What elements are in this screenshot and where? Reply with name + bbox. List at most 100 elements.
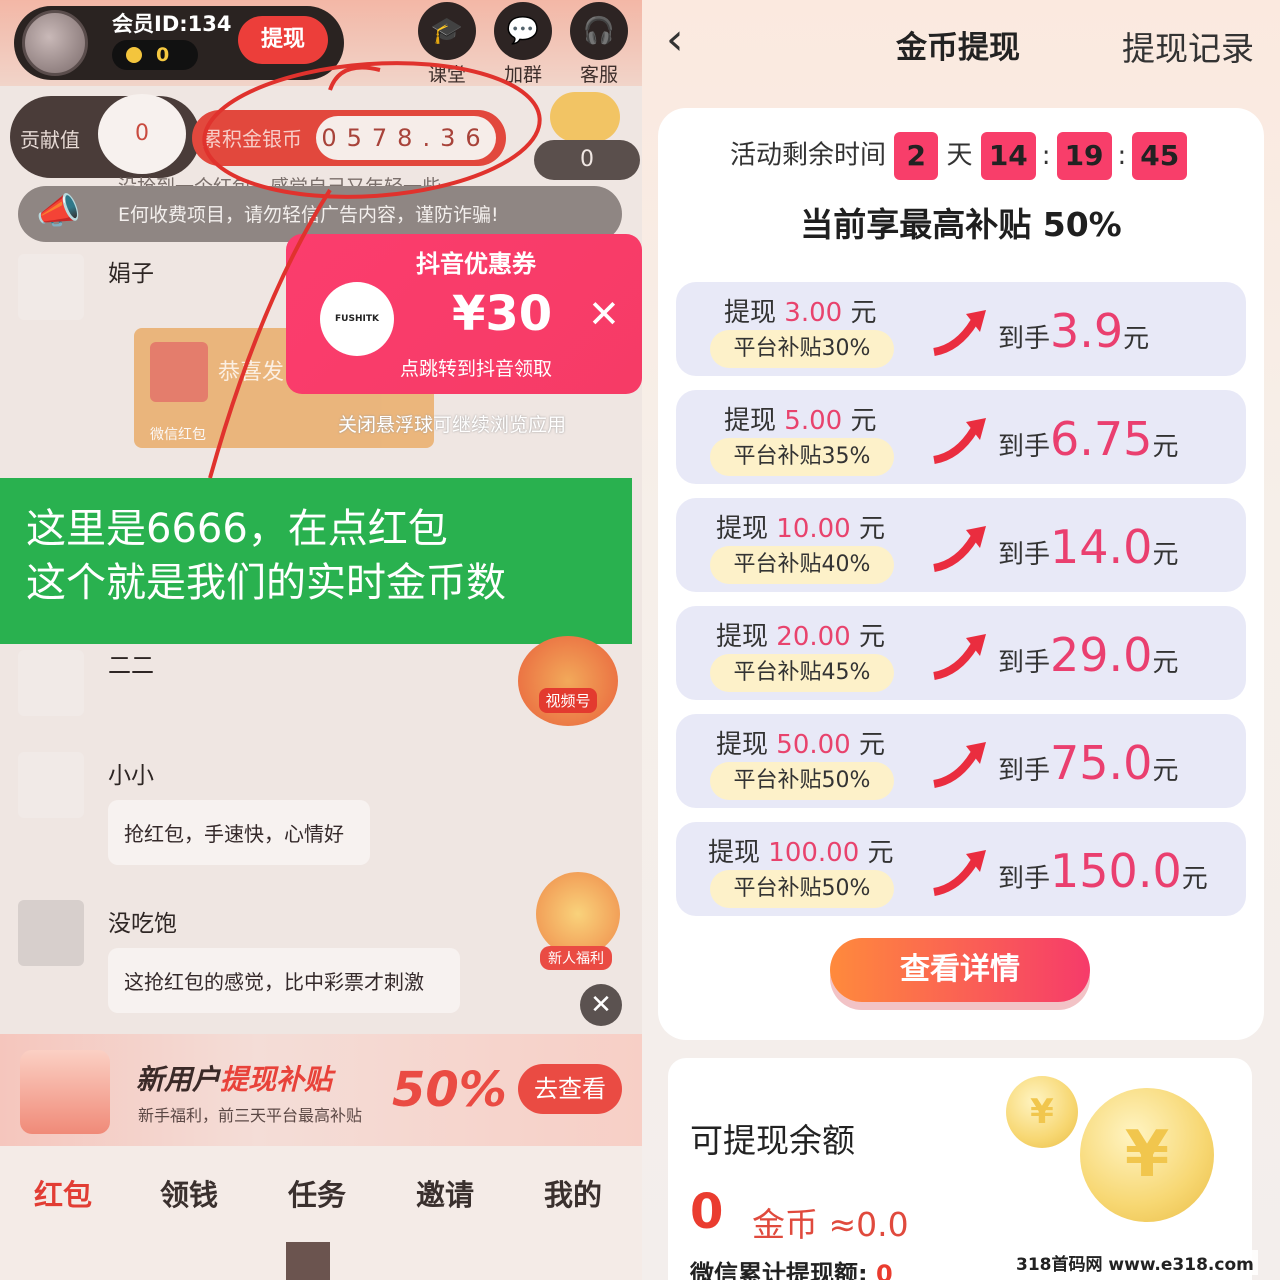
withdraw-word: 提现 <box>708 838 761 868</box>
up-arrow-icon <box>933 418 986 464</box>
contribution-value: 0 <box>98 94 186 174</box>
classroom-label: 课堂 <box>427 64 466 86</box>
video-channel-icon[interactable]: 视频号 <box>518 636 618 726</box>
chat-group-icon: 💬 <box>494 2 552 60</box>
withdraw-tier[interactable]: 提现 5.00 元 平台补贴35% 到手6.75元 <box>676 390 1246 484</box>
newbie-badge: 新人福利 <box>540 946 612 970</box>
coin-balance: 0 <box>112 40 198 70</box>
withdraw-tier[interactable]: 提现 20.00 元 平台补贴45% 到手29.0元 <box>676 606 1246 700</box>
get-word: 到手 <box>998 324 1051 354</box>
withdraw-tier[interactable]: 提现 100.00 元 平台补贴50% 到手150.0元 <box>676 822 1246 916</box>
received-amount: 150.0 <box>1050 844 1182 898</box>
coin-count: 0 <box>156 44 170 66</box>
yuan-unit: 元 <box>858 730 885 760</box>
countdown-day-unit: 天 <box>946 140 973 171</box>
up-arrow-icon <box>933 634 986 680</box>
customer-service-button[interactable]: 🎧 客服 <box>568 2 630 87</box>
tier-amount-line: 提现 100.00 元 <box>708 832 894 869</box>
tier-amount: 20.00 <box>776 622 851 652</box>
chat-name: 娟子 <box>108 261 154 287</box>
megaphone-icon: 📣 <box>36 191 81 232</box>
withdraw-tier[interactable]: 提现 10.00 元 平台补贴40% 到手14.0元 <box>676 498 1246 592</box>
withdraw-tier[interactable]: 提现 3.00 元 平台补贴30% 到手3.9元 <box>676 282 1246 376</box>
up-arrow-icon <box>933 742 986 788</box>
thumbnail <box>286 1242 330 1280</box>
countdown-hours: 14 <box>980 132 1036 180</box>
nav-me[interactable]: 我的 <box>544 1172 602 1214</box>
tier-amount-line: 提现 3.00 元 <box>724 292 876 329</box>
tier-received: 到手14.0元 <box>998 520 1178 574</box>
notice-text: E何收费项目，请勿轻信广告内容，谨防诈骗! <box>118 204 499 226</box>
withdraw-tier[interactable]: 提现 50.00 元 平台补贴50% 到手75.0元 <box>676 714 1246 808</box>
member-id: 会员ID:134 <box>112 12 232 36</box>
chat-avatar[interactable] <box>18 650 84 716</box>
tier-received: 到手6.75元 <box>998 412 1178 466</box>
customer-service-label: 客服 <box>579 64 618 86</box>
tier-received: 到手75.0元 <box>998 736 1178 790</box>
withdraw-button[interactable]: 提现 <box>238 16 328 64</box>
yuan-unit: 元 <box>867 838 894 868</box>
coupon-logo: FUSHITK <box>320 282 394 356</box>
withdraw-word: 提现 <box>716 514 769 544</box>
coupon-amount: ¥30 <box>452 286 553 342</box>
wechat-total-label: 微信累计提现额: <box>690 1260 868 1280</box>
new-user-banner[interactable]: 新用户提现补贴 新手福利，前三天平台最高补贴 50% 去查看 <box>0 1034 642 1146</box>
get-word: 到手 <box>998 540 1051 570</box>
up-arrow-icon <box>933 310 986 356</box>
chat-avatar[interactable] <box>18 752 84 818</box>
balance-title: 可提现余额 <box>690 1121 855 1160</box>
tier-amount-line: 提现 10.00 元 <box>716 508 885 545</box>
countdown-label: 活动剩余时间 <box>730 140 887 171</box>
page-title: 金币提现 <box>896 30 1020 66</box>
gift-icon[interactable] <box>536 872 620 956</box>
subsidy-badge: 平台补贴30% <box>710 330 894 368</box>
right-app-screen: ‹ 金币提现 提现记录 活动剩余时间 2 天 14:19:45 当前享最高补贴 … <box>642 0 1280 1280</box>
nav-invite[interactable]: 邀请 <box>416 1172 474 1214</box>
received-amount: 29.0 <box>1050 628 1153 682</box>
close-icon[interactable]: ✕ <box>580 984 622 1026</box>
chat-name: 小小 <box>108 763 154 789</box>
avatar[interactable] <box>22 10 88 76</box>
chat-name: 二二 <box>108 653 154 679</box>
yuan-coin-icon: ¥ <box>1006 1076 1078 1148</box>
countdown-row: 活动剩余时间 2 天 14:19:45 <box>730 132 1188 180</box>
withdraw-records-link[interactable]: 提现记录 <box>1122 22 1254 70</box>
banner-subtitle: 新手福利，前三天平台最高补贴 <box>138 1106 363 1125</box>
chat-avatar[interactable] <box>18 900 84 966</box>
yuan-unit: 元 <box>850 298 877 328</box>
balance-value: 0 <box>690 1184 724 1240</box>
view-details-button[interactable]: 查看详情 <box>830 938 1090 1002</box>
nav-collect[interactable]: 领钱 <box>160 1172 218 1214</box>
chat-message: 抢红包，手速快，心情好 <box>108 800 370 865</box>
yuan-coin-icon: ¥ <box>1080 1088 1214 1222</box>
video-channel-label: 视频号 <box>539 688 597 713</box>
classroom-button[interactable]: 🎓 课堂 <box>416 2 478 87</box>
view-button[interactable]: 去查看 <box>518 1064 622 1114</box>
douyin-coupon-popup[interactable]: 抖音优惠券 FUSHITK ¥30 ✕ 点跳转到抖音领取 <box>286 234 642 394</box>
rabbit-icon <box>20 1050 110 1134</box>
banner-title: 新用户提现补贴 <box>136 1058 332 1098</box>
received-amount: 6.75 <box>1050 412 1153 466</box>
nav-red-packet[interactable]: 红包 <box>34 1172 92 1214</box>
join-group-label: 加群 <box>503 64 542 86</box>
chat-avatar[interactable] <box>18 254 84 320</box>
banner-title-b: 提现补贴 <box>220 1063 333 1096</box>
received-amount: 75.0 <box>1050 736 1153 790</box>
banner-title-a: 新用户 <box>136 1063 221 1096</box>
back-arrow-icon[interactable]: ‹ <box>666 14 684 65</box>
yuan-unit: 元 <box>858 514 885 544</box>
tier-amount: 5.00 <box>784 406 843 436</box>
piggy-bank-icon[interactable] <box>550 92 620 142</box>
chat-message: 这抢红包的感觉，比中彩票才刺激 <box>108 948 460 1013</box>
yuan-unit: 元 <box>1152 540 1179 570</box>
nav-tasks[interactable]: 任务 <box>288 1172 346 1214</box>
subsidy-badge: 平台补贴35% <box>710 438 894 476</box>
close-icon[interactable]: ✕ <box>588 292 620 336</box>
countdown-days: 2 <box>894 132 939 180</box>
tier-amount-line: 提现 20.00 元 <box>716 616 885 653</box>
subsidy-badge: 平台补贴40% <box>710 546 894 584</box>
balance-unit: 金币 ≈0.0 <box>752 1205 909 1244</box>
max-subsidy: 当前享最高补贴 50% <box>800 205 1122 244</box>
subsidy-badge: 平台补贴45% <box>710 654 894 692</box>
join-group-button[interactable]: 💬 加群 <box>492 2 554 87</box>
